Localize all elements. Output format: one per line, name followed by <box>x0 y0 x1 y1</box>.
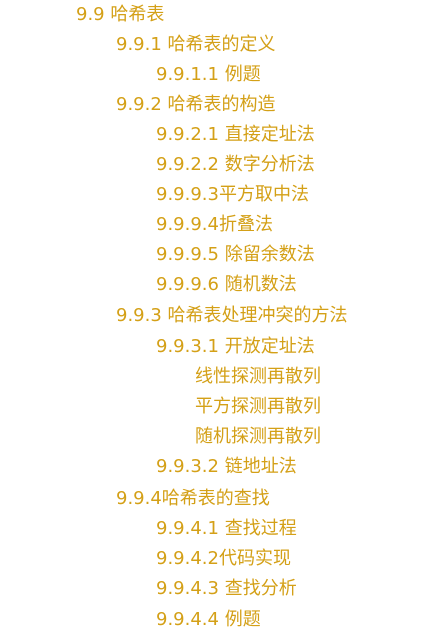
toc-link-linear-probing[interactable]: 线性探测再散列 <box>195 366 321 388</box>
toc-link-9-9-2-2[interactable]: 9.9.2.2 数字分析法 <box>156 154 315 176</box>
toc-link-9-9-1-1[interactable]: 9.9.1.1 例题 <box>156 64 261 86</box>
toc-link-9-9-4-3[interactable]: 9.9.4.3 查找分析 <box>156 578 297 600</box>
toc-link-9-9-3[interactable]: 9.9.3 哈希表处理冲突的方法 <box>116 305 348 327</box>
toc-link-9-9-9-4[interactable]: 9.9.9.4折叠法 <box>156 214 273 236</box>
toc-link-random-probing[interactable]: 随机探测再散列 <box>195 426 321 448</box>
toc-link-9-9[interactable]: 9.9 哈希表 <box>76 4 164 26</box>
toc-link-9-9-3-2[interactable]: 9.9.3.2 链地址法 <box>156 456 297 478</box>
toc-link-quadratic-probing[interactable]: 平方探测再散列 <box>195 396 321 418</box>
toc-link-9-9-1[interactable]: 9.9.1 哈希表的定义 <box>116 34 276 56</box>
toc-link-9-9-4[interactable]: 9.9.4哈希表的查找 <box>116 488 270 510</box>
toc-link-9-9-4-1[interactable]: 9.9.4.1 查找过程 <box>156 518 297 540</box>
toc-link-9-9-2-1[interactable]: 9.9.2.1 直接定址法 <box>156 124 315 146</box>
toc-link-9-9-4-2[interactable]: 9.9.4.2代码实现 <box>156 548 291 570</box>
toc-link-9-9-9-3[interactable]: 9.9.9.3平方取中法 <box>156 184 309 206</box>
toc-link-9-9-4-4[interactable]: 9.9.4.4 例题 <box>156 609 261 631</box>
toc-link-9-9-9-6[interactable]: 9.9.9.6 随机数法 <box>156 274 297 296</box>
toc-link-9-9-2[interactable]: 9.9.2 哈希表的构造 <box>116 94 276 116</box>
toc-link-9-9-3-1[interactable]: 9.9.3.1 开放定址法 <box>156 336 315 358</box>
toc-link-9-9-9-5[interactable]: 9.9.9.5 除留余数法 <box>156 244 315 266</box>
